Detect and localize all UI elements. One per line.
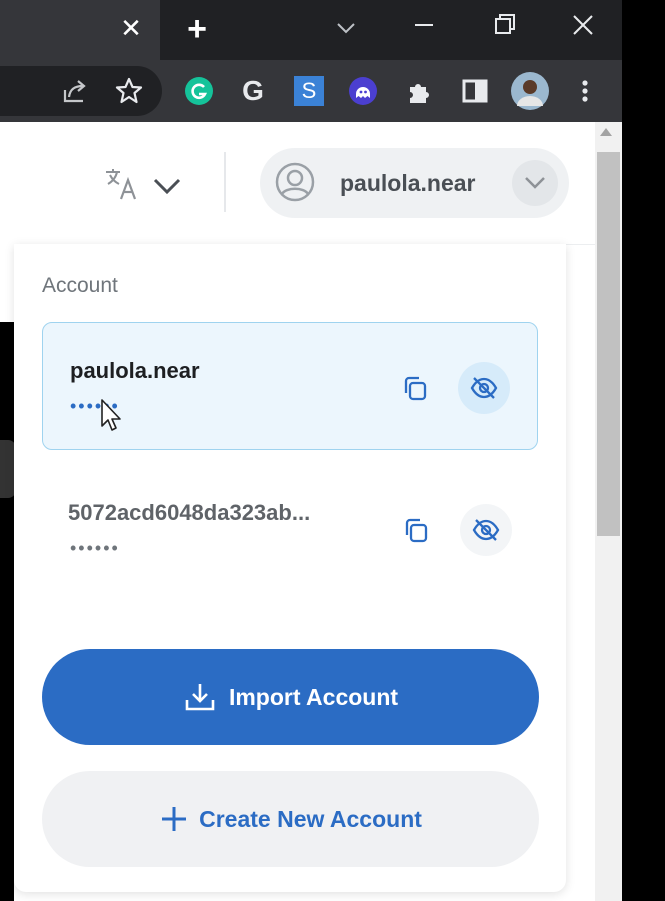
side-panel-icon[interactable] xyxy=(460,76,490,106)
profile-avatar[interactable] xyxy=(511,72,549,110)
copy-icon[interactable] xyxy=(390,504,442,556)
create-account-button[interactable]: Create New Account xyxy=(42,771,539,867)
minimize-button[interactable] xyxy=(404,10,444,46)
chevron-down-icon[interactable] xyxy=(512,160,558,206)
s-extension-icon[interactable]: S xyxy=(294,76,324,106)
chevron-down-icon[interactable] xyxy=(152,176,182,196)
translate-icon[interactable] xyxy=(103,166,139,202)
tab-close-icon[interactable]: ✕ xyxy=(118,14,144,42)
scrollbar-thumb[interactable] xyxy=(597,152,620,536)
screen-edge xyxy=(622,0,665,901)
account-balance-hidden: •••••• xyxy=(70,538,120,558)
share-icon[interactable] xyxy=(60,76,90,106)
scroll-up-arrow[interactable] xyxy=(600,128,612,136)
header-divider xyxy=(224,152,226,212)
account-selector-name: paulola.near xyxy=(340,170,476,196)
extensions-puzzle-icon[interactable] xyxy=(404,76,434,106)
tab-search-icon[interactable] xyxy=(326,10,366,46)
account-name: paulola.near xyxy=(70,358,200,383)
hide-balance-icon[interactable] xyxy=(458,362,510,414)
download-icon xyxy=(185,684,215,711)
account-name: 5072acd6048da323ab... xyxy=(68,500,311,525)
restore-button[interactable] xyxy=(484,10,524,46)
background-content xyxy=(0,244,14,322)
copy-icon[interactable] xyxy=(389,362,441,414)
google-extension-icon[interactable]: G xyxy=(238,75,268,106)
mouse-cursor-icon xyxy=(100,398,126,434)
hide-balance-icon[interactable] xyxy=(460,504,512,556)
grammarly-extension-icon[interactable] xyxy=(184,76,214,106)
background-banner xyxy=(0,322,14,901)
star-icon[interactable] xyxy=(114,76,144,106)
close-window-button[interactable] xyxy=(562,10,602,46)
create-account-label: Create New Account xyxy=(199,805,422,832)
plus-icon xyxy=(162,807,187,831)
import-account-button[interactable]: Import Account xyxy=(42,649,539,745)
ghost-extension-icon[interactable] xyxy=(348,76,378,106)
new-tab-button[interactable]: + xyxy=(182,12,212,46)
import-account-label: Import Account xyxy=(228,683,399,710)
section-label-account: Account xyxy=(42,274,118,297)
more-menu-icon[interactable] xyxy=(570,76,600,106)
account-avatar-icon xyxy=(273,160,317,204)
